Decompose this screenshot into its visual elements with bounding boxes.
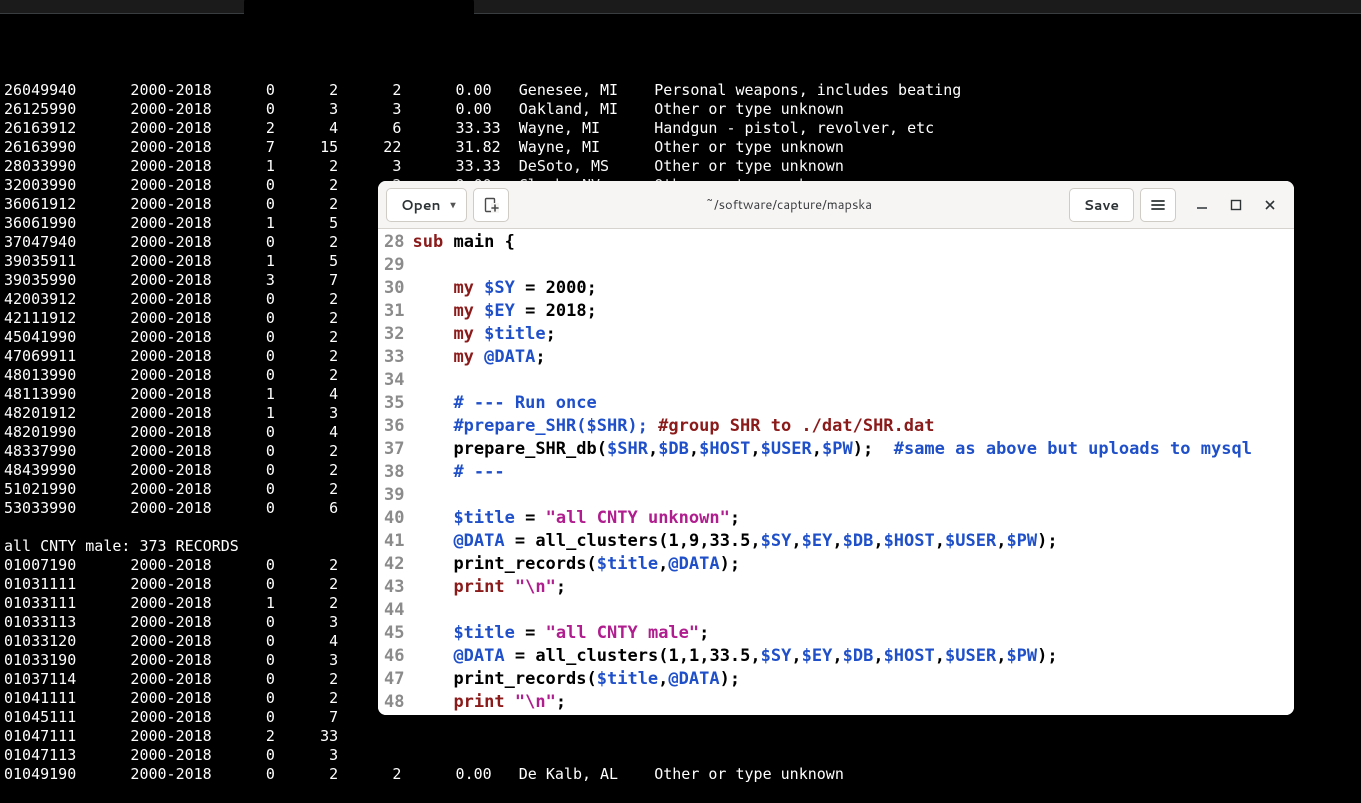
window-controls [1182, 195, 1286, 215]
editor-title: ~/software/capture/mapska [515, 196, 1063, 214]
new-document-button[interactable] [473, 188, 509, 222]
line-number-gutter: 28 29 30 31 32 33 34 35 36 37 38 39 40 4… [378, 229, 412, 715]
chevron-down-icon: ▾ [451, 198, 456, 212]
new-document-icon [483, 197, 499, 213]
close-button[interactable] [1260, 195, 1280, 215]
open-button[interactable]: Open ▾ [386, 188, 467, 222]
editor-body[interactable]: 28 29 30 31 32 33 34 35 36 37 38 39 40 4… [378, 229, 1294, 715]
maximize-icon [1230, 199, 1242, 211]
minimize-button[interactable] [1192, 195, 1212, 215]
terminal-tabbar [0, 0, 1361, 14]
terminal-tab[interactable] [244, 0, 474, 14]
code-area[interactable]: sub main { my $SY = 2000; my $EY = 2018;… [412, 229, 1294, 715]
hamburger-icon [1150, 197, 1166, 213]
minimize-icon [1196, 199, 1208, 211]
open-button-label: Open [401, 195, 441, 215]
save-button-label: Save [1084, 195, 1119, 215]
save-button[interactable]: Save [1069, 188, 1134, 222]
hamburger-menu-button[interactable] [1140, 188, 1176, 222]
editor-titlebar[interactable]: Open ▾ ~/software/capture/mapska Save [378, 181, 1294, 229]
maximize-button[interactable] [1226, 195, 1246, 215]
close-icon [1264, 199, 1276, 211]
text-editor-window: Open ▾ ~/software/capture/mapska Save [378, 181, 1294, 715]
